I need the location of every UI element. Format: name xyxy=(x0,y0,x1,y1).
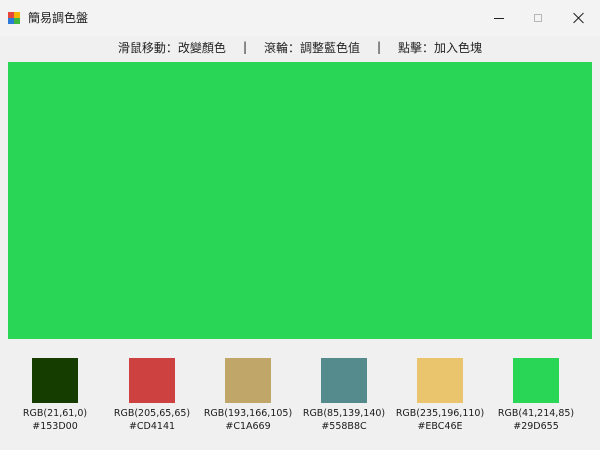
swatch-row: RGB(21,61,0) #153D00 RGB(205,65,65) #CD4… xyxy=(0,358,600,438)
swatch-color-box[interactable] xyxy=(225,358,271,403)
swatch-color-box[interactable] xyxy=(513,358,559,403)
separator: | xyxy=(242,40,247,54)
swatch-rgb-label: RGB(85,139,140) xyxy=(302,408,386,419)
instruction-wheel: 滾輪：調整藍色值 xyxy=(263,40,360,55)
swatch-hex-label: #153D00 xyxy=(32,421,78,432)
minimize-icon xyxy=(494,17,504,19)
swatch-rgb-label: RGB(41,214,85) xyxy=(497,408,575,419)
close-icon xyxy=(573,12,585,24)
swatch-rgb-label: RGB(193,166,105) xyxy=(203,408,293,419)
swatch-color-box[interactable] xyxy=(321,358,367,403)
swatch-color-box[interactable] xyxy=(417,358,463,403)
swatch-rgb-label: RGB(235,196,110) xyxy=(395,408,485,419)
instruction-bar: 滑鼠移動：改變顏色 | 滾輪：調整藍色值 | 點擊：加入色塊 xyxy=(0,38,600,56)
maximize-button[interactable] xyxy=(515,0,561,36)
separator: | xyxy=(377,40,382,54)
swatch-color-box[interactable] xyxy=(32,358,78,403)
swatch-hex-label: #C1A669 xyxy=(225,421,271,432)
swatch-hex-label: #CD4141 xyxy=(128,421,176,432)
swatch-rgb-label: RGB(21,61,0) xyxy=(22,408,88,419)
app-window: 簡易調色盤 滑鼠移動：改變顏色 | 滾輪：調整藍色值 | 點擊：加入色塊 RGB… xyxy=(0,0,600,450)
swatch-hex-label: #29D655 xyxy=(513,421,559,432)
maximize-icon xyxy=(534,14,542,22)
swatch-color-box[interactable] xyxy=(129,358,175,403)
title-bar[interactable]: 簡易調色盤 xyxy=(0,0,600,36)
swatch-hex-label: #558B8C xyxy=(321,421,367,432)
color-preview-area[interactable] xyxy=(8,62,592,339)
swatch-hex-label: #EBC46E xyxy=(417,421,463,432)
swatch-rgb-label: RGB(205,65,65) xyxy=(113,408,191,419)
close-button[interactable] xyxy=(556,0,600,36)
window-title: 簡易調色盤 xyxy=(28,11,89,25)
instruction-click: 點擊：加入色塊 xyxy=(398,40,483,55)
palette-app-icon xyxy=(8,12,20,24)
instruction-mouse: 滑鼠移動：改變顏色 xyxy=(117,40,226,55)
